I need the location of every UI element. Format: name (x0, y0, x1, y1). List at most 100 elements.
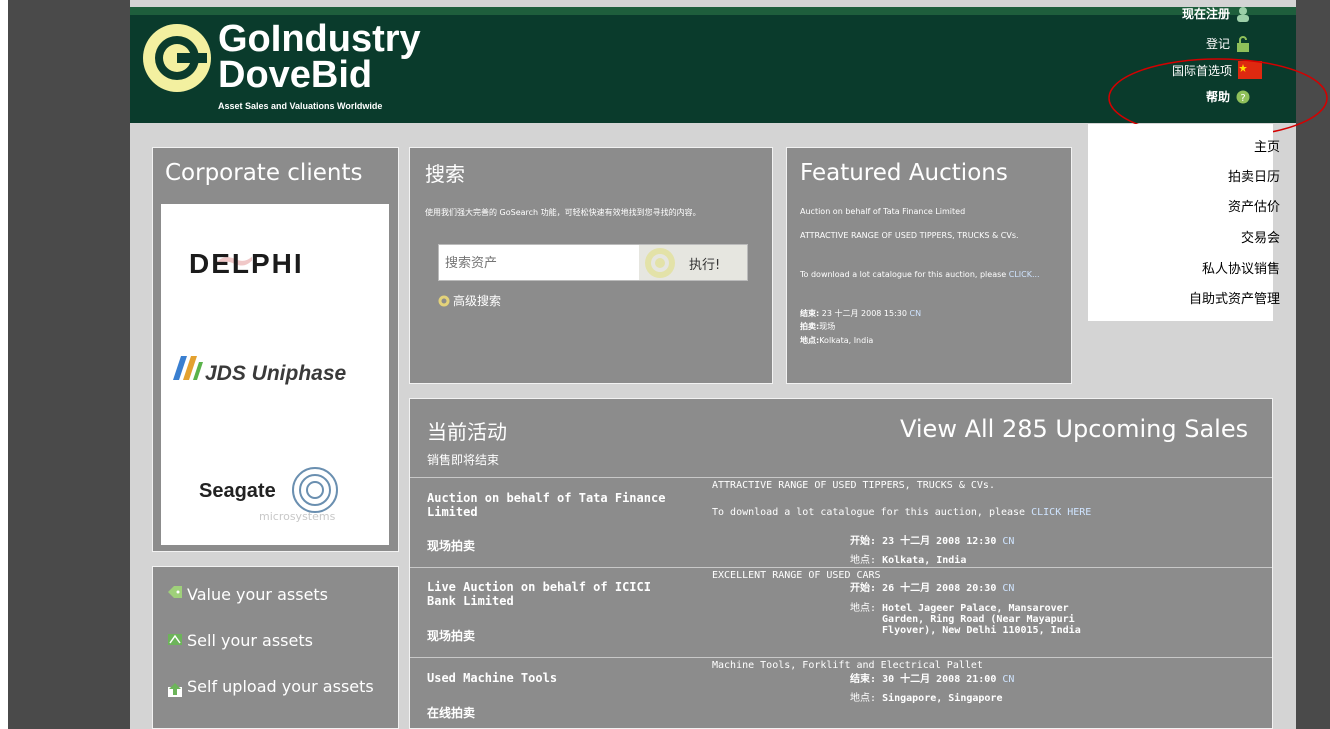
nav-item-valuation[interactable]: 资产估价 (1228, 196, 1280, 215)
table-row[interactable]: Live Auction on behalf of ICICI Bank Lim… (410, 568, 1272, 657)
logo-sun-microsystems: microsystems (259, 510, 336, 523)
featured-end: 结束: 23 十二月 2008 15:30 CN (800, 309, 921, 319)
nav-item-private-treaty[interactable]: 私人协议销售 (1202, 258, 1280, 277)
featured-cn-link[interactable]: CN (910, 309, 922, 318)
sale-description: Machine Tools, Forklift and Electrical P… (712, 660, 983, 671)
lock-icon (1237, 35, 1249, 52)
logo-jds-uniphase: JDS Uniphase (205, 362, 347, 385)
sale-title[interactable]: Live Auction on behalf of ICICI Bank Lim… (427, 580, 687, 608)
nav-item-exchange[interactable]: 交易会 (1241, 227, 1280, 246)
advanced-search-link[interactable]: 高级搜索 (438, 292, 501, 309)
search-go-label: 执行! (689, 258, 721, 273)
search-box: 执行! (438, 244, 748, 282)
sale-date-label: 结束: (850, 674, 877, 685)
sale-date: 开始: 26 十二月 2008 20:30 CN (850, 583, 1014, 594)
value-assets-label: Value your assets (187, 585, 329, 604)
sale-date-value: 30 十二月 2008 21:00 (882, 674, 997, 685)
goindustry-logo-icon[interactable] (142, 23, 212, 93)
sell-assets-link[interactable]: Sell your assets (167, 631, 313, 650)
login-label: 登记 (1205, 37, 1230, 51)
table-row[interactable]: Auction on behalf of Tata Finance Limite… (410, 478, 1272, 567)
seagate-swirl-icon (292, 467, 338, 513)
sale-type: 现场拍卖 (427, 629, 476, 643)
sale-location: 地点: Hotel Jageer Palace, Mansarover Gard… (850, 603, 1092, 636)
header-stripe (130, 7, 1296, 15)
sale-location: 地点: Kolkata, India (850, 555, 966, 566)
current-activity-title: 当前活动 (427, 420, 507, 444)
featured-type: 拍卖:现场 (800, 322, 835, 332)
sale-location: 地点: Singapore, Singapore (850, 693, 1002, 704)
featured-type-label: 拍卖: (800, 322, 820, 331)
sale-title[interactable]: Auction on behalf of Tata Finance Limite… (427, 491, 687, 519)
sale-date: 结束: 30 十二月 2008 21:00 CN (850, 674, 1014, 685)
featured-subtitle: Auction on behalf of Tata Finance Limite… (800, 207, 966, 216)
sale-date-label: 开始: (850, 583, 877, 594)
featured-end-label: 结束: (800, 309, 820, 318)
sell-icon (168, 634, 182, 645)
advanced-search-label: 高级搜索 (453, 294, 502, 308)
featured-headline: ATTRACTIVE RANGE OF USED TIPPERS, TRUCKS… (800, 231, 1019, 240)
view-all-sales-link[interactable]: View All 285 Upcoming Sales (900, 415, 1248, 443)
sale-date: 开始: 23 十二月 2008 12:30 CN (850, 536, 1014, 547)
sale-title[interactable]: Used Machine Tools (427, 671, 687, 685)
sell-assets-label: Sell your assets (187, 631, 313, 650)
search-go-button[interactable]: 执行! (639, 245, 747, 280)
sale-location-label: 地点: (850, 555, 877, 566)
nav-item-home[interactable]: 主页 (1254, 136, 1280, 155)
logo-delphi: DELPHI (189, 248, 304, 279)
featured-catalogue-label: To download a lot catalogue for this auc… (800, 270, 1007, 279)
sale-location-value: Singapore, Singapore (882, 693, 1003, 704)
search-description: 使用我们强大完善的 GoSearch 功能，可轻松快速有效地找到您寻找的内容。 (425, 208, 701, 217)
sale-catalogue-text: To download a lot catalogue for this auc… (712, 507, 1092, 518)
advanced-search-icon (438, 295, 450, 306)
corporate-clients-title: Corporate clients (165, 160, 363, 186)
table-row[interactable]: Used Machine Tools 在线拍卖 Machine Tools, F… (410, 658, 1272, 728)
login-link[interactable]: 登记 (1206, 35, 1250, 52)
logo-tagline: Asset Sales and Valuations Worldwide (218, 101, 383, 111)
featured-catalogue-text: To download a lot catalogue for this auc… (800, 270, 1060, 280)
logo-text-goindustry: GoIndustry (218, 18, 421, 60)
sale-date-value: 23 十二月 2008 12:30 (882, 536, 997, 547)
sale-click-here-link[interactable]: CLICK HERE (1031, 507, 1091, 518)
search-input[interactable] (439, 245, 647, 282)
go-circle-icon (645, 248, 675, 278)
search-title: 搜索 (425, 162, 465, 186)
client-logos-box: ~ DELPHI JDS Uniphase Seagate microsyste… (161, 204, 389, 545)
featured-loc-value: Kolkata, India (819, 336, 874, 345)
self-upload-label: Self upload your assets (187, 677, 374, 696)
featured-auctions-title[interactable]: Featured Auctions (800, 160, 1008, 186)
self-upload-link[interactable]: Self upload your assets (167, 677, 377, 698)
sale-location-label: 地点: (850, 693, 877, 704)
featured-end-value: 23 十二月 2008 15:30 (821, 309, 907, 318)
logo-text-dovebid: DoveBid (218, 54, 373, 96)
sale-type: 现场拍卖 (427, 539, 476, 553)
sale-cn-link[interactable]: CN (1002, 674, 1014, 685)
tag-icon (168, 586, 182, 598)
featured-click-link[interactable]: CLICK... (1009, 270, 1040, 279)
sale-type: 在线拍卖 (427, 706, 476, 720)
sale-location-value: Hotel Jageer Palace, Mansarover Garden, … (882, 603, 1081, 636)
featured-location: 地点:Kolkata, India (800, 336, 873, 346)
sale-location-label: 地点: (850, 603, 877, 614)
upload-icon (168, 683, 182, 697)
sale-location-value: Kolkata, India (882, 555, 967, 566)
left-margin (8, 0, 130, 729)
sale-date-label: 开始: (850, 536, 877, 547)
sale-catalogue-label: To download a lot catalogue for this auc… (712, 507, 1026, 518)
logo-seagate: Seagate (199, 480, 276, 502)
sale-description: ATTRACTIVE RANGE OF USED TIPPERS, TRUCKS… (712, 480, 995, 491)
value-assets-link[interactable]: Value your assets (167, 585, 328, 604)
featured-type-value: 现场 (819, 322, 836, 331)
nav-item-self-service[interactable]: 自助式资产管理 (1189, 288, 1280, 307)
register-link[interactable]: 现在注册 (1182, 5, 1250, 22)
sale-date-value: 26 十二月 2008 20:30 (882, 583, 997, 594)
jds-logo-icon (173, 356, 203, 380)
register-label: 现在注册 (1181, 7, 1230, 21)
sale-description: EXCELLENT RANGE OF USED CARS (712, 570, 881, 581)
featured-loc-label: 地点: (800, 336, 820, 345)
nav-item-calendar[interactable]: 拍卖日历 (1228, 166, 1280, 185)
sale-cn-link[interactable]: CN (1002, 583, 1014, 594)
current-activity-subtitle: 销售即将结束 (427, 453, 500, 467)
sale-cn-link[interactable]: CN (1002, 536, 1014, 547)
user-icon (1237, 6, 1249, 22)
